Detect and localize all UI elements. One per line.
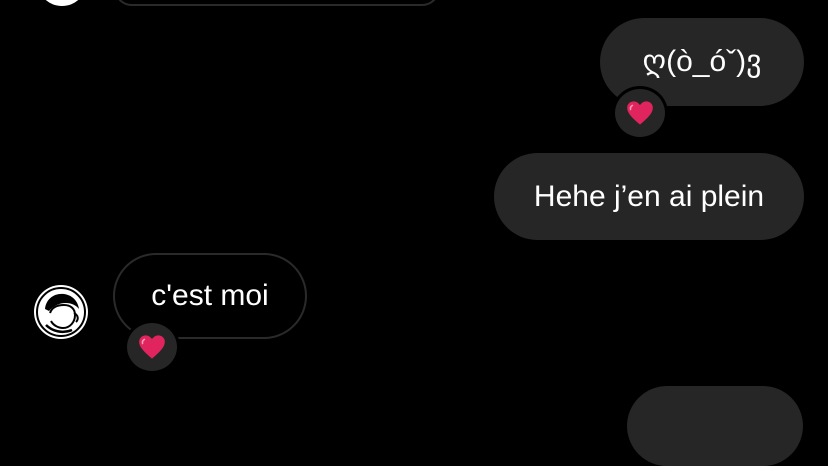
outgoing-message-bubble[interactable]: Hehe j’en ai plein (494, 153, 804, 240)
message-text: c'est moi (151, 279, 269, 312)
outgoing-message-partial[interactable] (627, 386, 803, 466)
chat-thread: ღ(ò_óˇ)ვ Hehe j’en ai plein c'est moi (0, 0, 828, 466)
avatar-partial[interactable] (37, 0, 87, 6)
message-text: ღ(ò_óˇ)ვ (642, 45, 762, 78)
message-text: Hehe j’en ai plein (533, 179, 765, 213)
heart-icon (627, 101, 653, 125)
heart-icon (139, 335, 165, 359)
incoming-message-partial[interactable] (114, 0, 440, 6)
reaction-chip[interactable] (612, 86, 668, 140)
profile-avatar-icon[interactable] (34, 285, 88, 339)
reaction-chip[interactable] (124, 320, 180, 374)
